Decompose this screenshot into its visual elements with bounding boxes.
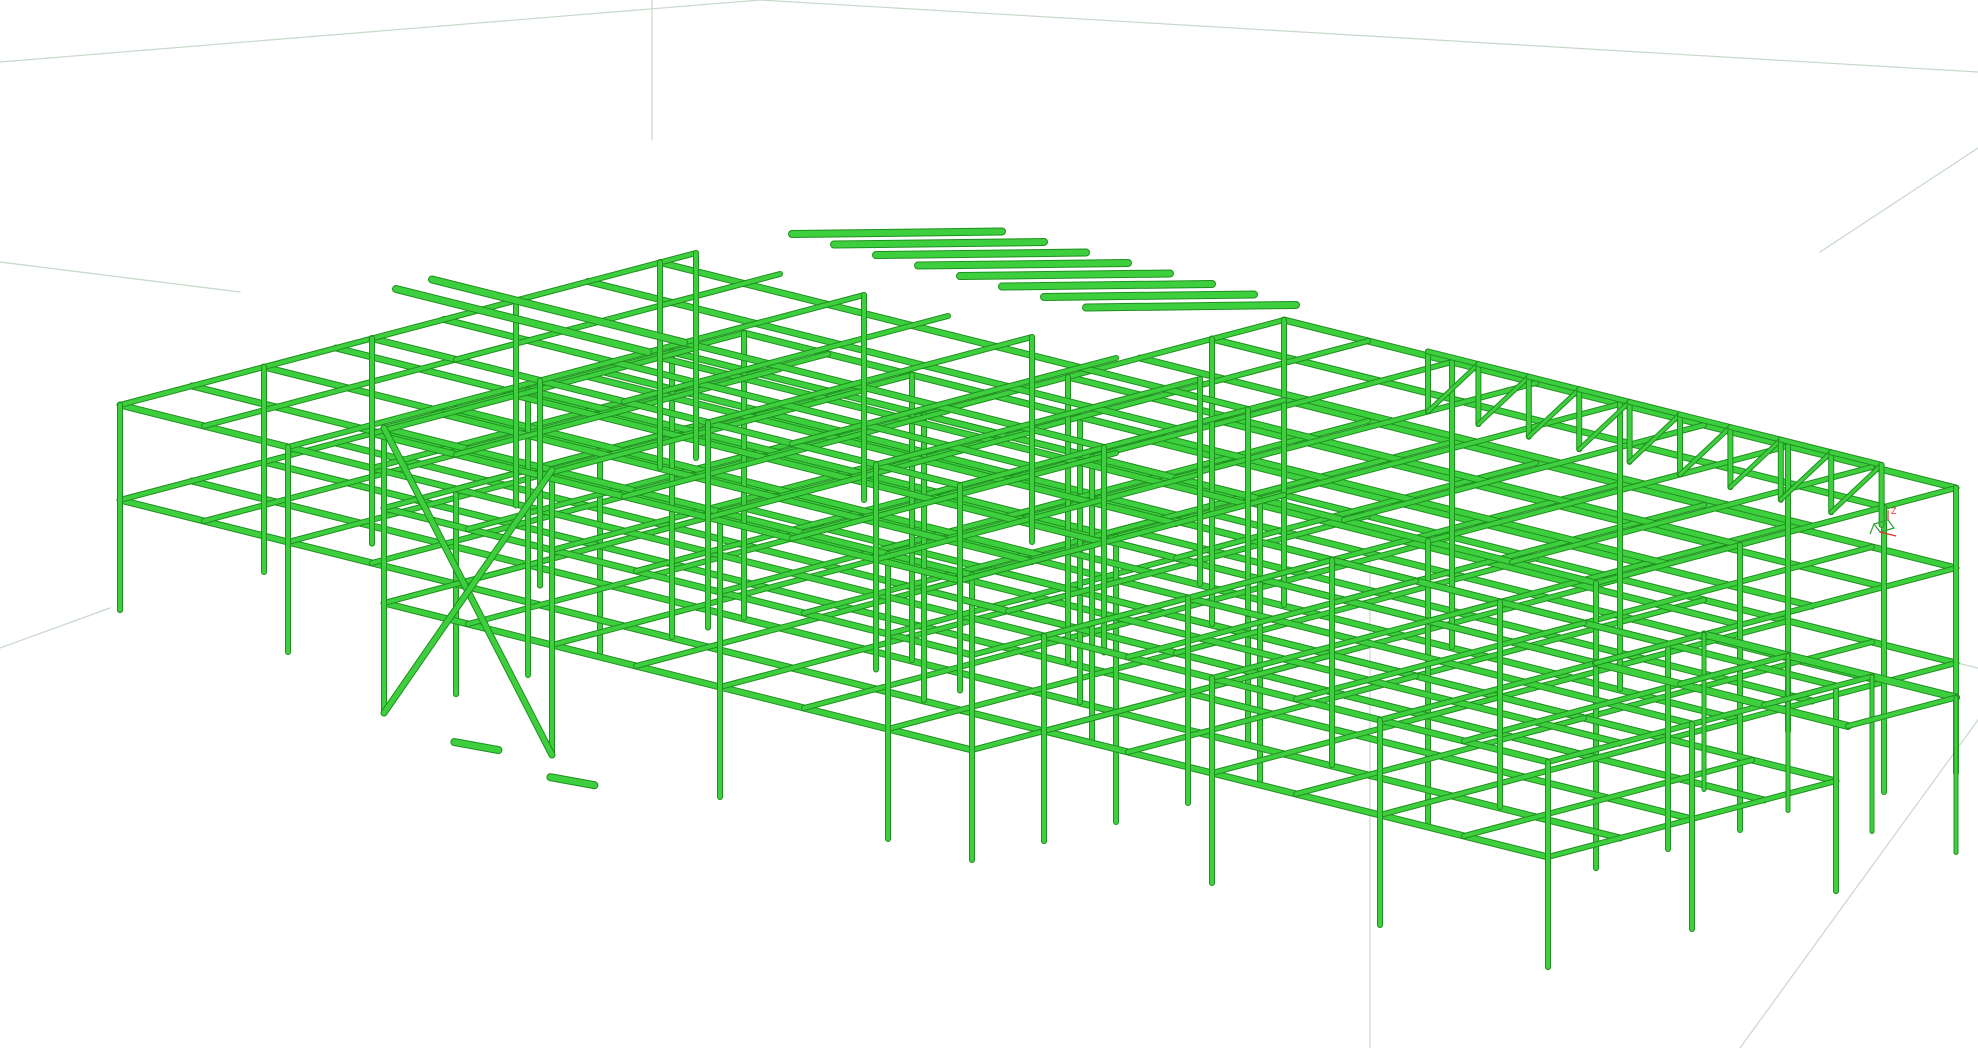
roof-rafter xyxy=(789,228,1005,237)
grid-line xyxy=(759,0,1978,73)
grid-line xyxy=(0,607,111,649)
structural-members xyxy=(116,227,1960,970)
roof-rafter xyxy=(873,249,1089,258)
walkway-joist xyxy=(1846,695,1958,728)
axis-triad-icon: Z xyxy=(1869,506,1897,537)
joist xyxy=(1426,444,1790,543)
joist xyxy=(118,431,374,502)
roof-rafter xyxy=(1041,291,1257,300)
roof-rafter xyxy=(1083,302,1299,311)
joist xyxy=(1090,360,1454,459)
steel-frame-model[interactable] xyxy=(0,0,1978,1048)
roof-rafter xyxy=(957,270,1173,279)
joist xyxy=(1174,381,1538,480)
joist xyxy=(1510,465,1874,564)
z-axis-label: Z xyxy=(1891,506,1897,516)
grid-line xyxy=(0,261,241,293)
joist xyxy=(1258,402,1622,501)
joist xyxy=(1006,339,1370,438)
joist xyxy=(118,336,374,407)
joist xyxy=(922,318,1286,417)
roof-rafter xyxy=(915,260,1131,269)
3d-viewport[interactable]: Z xyxy=(0,0,1978,1048)
base-plate xyxy=(547,774,598,789)
roof-rafter xyxy=(831,239,1047,248)
base-plate xyxy=(451,739,502,754)
joist xyxy=(1342,423,1706,522)
grid-line xyxy=(0,0,761,63)
joist xyxy=(1594,486,1958,585)
roof-rafter xyxy=(999,281,1215,290)
grid-line xyxy=(1819,147,1978,253)
